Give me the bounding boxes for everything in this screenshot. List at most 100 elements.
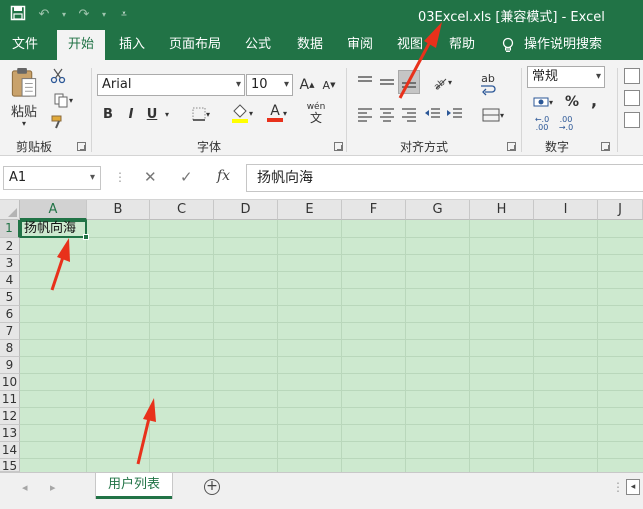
enter-icon[interactable]: ✓ <box>180 168 193 186</box>
name-box[interactable]: A1 ▾ <box>3 166 101 190</box>
formula-input[interactable]: 扬帆向海 <box>246 164 643 192</box>
align-top-icon[interactable] <box>356 74 374 90</box>
format-as-table-icon[interactable] <box>624 90 640 106</box>
font-size-select[interactable]: 10 ▾ <box>246 74 293 96</box>
fill-color-button[interactable]: ▾ <box>226 102 258 124</box>
cell-styles-icon[interactable] <box>624 112 640 128</box>
align-bottom-button[interactable] <box>398 70 420 94</box>
font-color-button[interactable]: A ▾ <box>262 102 292 124</box>
customize-qat-icon[interactable]: ⩡ <box>114 5 134 25</box>
format-painter-button[interactable] <box>48 112 68 132</box>
row-header[interactable]: 7 <box>0 323 20 340</box>
bold-button[interactable]: B <box>100 104 116 124</box>
comma-button[interactable]: , <box>588 90 600 110</box>
conditional-format-icon[interactable] <box>624 68 640 84</box>
decrease-decimal-button[interactable]: .00 →.0 <box>554 114 578 134</box>
tab-splitter-icon[interactable]: ⋮ <box>612 480 624 494</box>
fill-handle[interactable] <box>83 234 89 240</box>
row-header[interactable]: 3 <box>0 255 20 272</box>
insert-function-button[interactable]: fx <box>217 168 230 184</box>
decrease-font-icon[interactable]: A ▼ <box>320 76 338 94</box>
align-center-icon[interactable] <box>378 106 396 122</box>
italic-button[interactable]: I <box>123 104 139 124</box>
row-header[interactable]: 2 <box>0 238 20 255</box>
decrease-indent-icon[interactable] <box>424 106 442 122</box>
cell-a1[interactable]: 扬帆向海 <box>20 220 89 240</box>
font-launcher-icon[interactable] <box>334 142 343 151</box>
tab-review[interactable]: 审阅 <box>338 30 382 60</box>
chevron-left-icon[interactable]: ◂ <box>22 481 28 494</box>
row-header[interactable]: 9 <box>0 357 20 374</box>
number-launcher-icon[interactable] <box>601 142 610 151</box>
tab-page-layout[interactable]: 页面布局 <box>164 30 226 60</box>
align-right-icon[interactable] <box>400 106 418 122</box>
grid-line <box>469 220 470 472</box>
column-header-c[interactable]: C <box>150 200 214 220</box>
align-middle-icon[interactable] <box>378 74 396 90</box>
phonetic-button[interactable]: wén 文 <box>300 100 332 126</box>
chevron-down-icon: ▾ <box>499 110 504 120</box>
row-header[interactable]: 6 <box>0 306 20 323</box>
clipboard-launcher-icon[interactable] <box>77 142 86 151</box>
row-header[interactable]: 5 <box>0 289 20 306</box>
copy-icon <box>54 93 68 108</box>
tab-file[interactable]: 文件 <box>0 30 50 60</box>
row-header[interactable]: 13 <box>0 425 20 442</box>
undo-dropdown-icon[interactable]: ▾ <box>60 5 68 25</box>
cut-button[interactable] <box>48 66 68 86</box>
tab-formulas[interactable]: 公式 <box>236 30 280 60</box>
alignment-launcher-icon[interactable] <box>507 142 516 151</box>
number-format-value: 常规 <box>532 69 559 84</box>
align-left-icon[interactable] <box>356 106 374 122</box>
merge-center-button[interactable]: ▾ <box>476 104 510 126</box>
cancel-icon[interactable]: ✕ <box>144 168 157 186</box>
tab-data[interactable]: 数据 <box>288 30 332 60</box>
scroll-left-icon[interactable]: ◂ <box>626 479 640 495</box>
increase-indent-icon[interactable] <box>446 106 464 122</box>
tab-help[interactable]: 帮助 <box>440 30 484 60</box>
tab-view[interactable]: 视图 <box>390 30 430 60</box>
row-header[interactable]: 11 <box>0 391 20 408</box>
tab-insert[interactable]: 插入 <box>110 30 154 60</box>
column-header-e[interactable]: E <box>278 200 342 220</box>
worksheet-grid[interactable]: A B C D E F G H I J 1 2 3 4 5 6 7 8 9 10… <box>0 200 643 472</box>
number-format-select[interactable]: 常规 ▾ <box>527 66 605 88</box>
column-header-g[interactable]: G <box>406 200 470 220</box>
row-header[interactable]: 10 <box>0 374 20 391</box>
paste-button[interactable]: 粘贴 ▾ <box>6 66 42 128</box>
border-button[interactable]: ▾ <box>186 104 216 124</box>
redo-dropdown-icon[interactable]: ▾ <box>100 5 108 25</box>
row-header[interactable]: 1 <box>0 220 20 238</box>
underline-button[interactable]: U <box>144 104 160 124</box>
column-header-a[interactable]: A <box>20 200 87 220</box>
accounting-format-button[interactable]: ▾ <box>528 92 558 112</box>
wrap-text-button[interactable]: ab <box>478 70 498 98</box>
row-header[interactable]: 4 <box>0 272 20 289</box>
row-header[interactable]: 8 <box>0 340 20 357</box>
select-all-button[interactable] <box>0 200 20 220</box>
undo-icon[interactable]: ↶ <box>34 5 54 25</box>
save-icon[interactable] <box>8 5 28 25</box>
copy-button[interactable]: ▾ <box>48 90 78 110</box>
column-header-f[interactable]: F <box>342 200 406 220</box>
tell-me-search[interactable]: 操作说明搜索 <box>524 30 604 60</box>
tab-home[interactable]: 开始 <box>57 30 105 60</box>
column-header-h[interactable]: H <box>470 200 534 220</box>
sheet-tab-user-list[interactable]: 用户列表 <box>96 473 172 499</box>
font-name-select[interactable]: Arial ▾ <box>97 74 245 96</box>
column-header-b[interactable]: B <box>87 200 150 220</box>
column-header-j[interactable]: J <box>598 200 643 220</box>
column-header-d[interactable]: D <box>214 200 278 220</box>
add-sheet-button[interactable]: + <box>204 479 220 495</box>
redo-icon[interactable]: ↷ <box>74 5 94 25</box>
row-header[interactable]: 15 <box>0 459 20 472</box>
chevron-down-icon[interactable]: ▾ <box>162 104 172 124</box>
column-header-i[interactable]: I <box>534 200 598 220</box>
increase-font-icon[interactable]: A ▲ <box>298 76 316 94</box>
orientation-button[interactable]: ab ▾ <box>428 72 454 92</box>
increase-decimal-button[interactable]: ←.0.00 <box>530 114 554 134</box>
row-header[interactable]: 14 <box>0 442 20 459</box>
row-header[interactable]: 12 <box>0 408 20 425</box>
percent-button[interactable]: % <box>563 92 581 112</box>
chevron-right-icon[interactable]: ▸ <box>50 481 56 494</box>
